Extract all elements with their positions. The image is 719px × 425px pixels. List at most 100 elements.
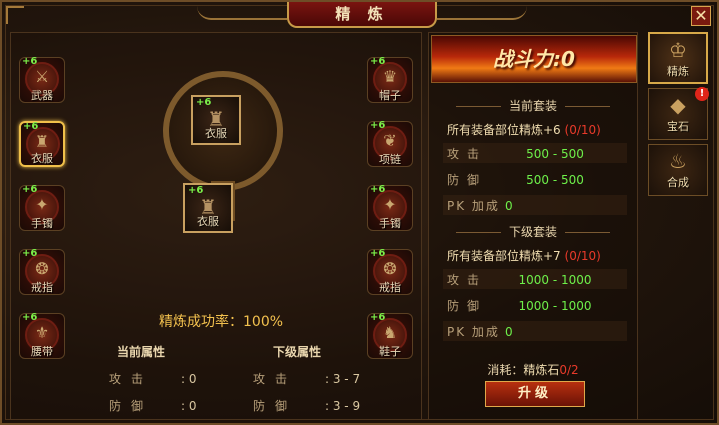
slot-label: 手镯: [31, 217, 53, 230]
stat-row-pk: PK 加成 0: [447, 323, 627, 340]
next-attributes: 下级属性 攻击 : 3 - 7 防御 : 3 - 9: [253, 343, 383, 414]
stat-label: 防御: [447, 173, 488, 187]
refine-level: +6: [22, 248, 38, 259]
stat-row-attack: 攻击 500 - 500: [447, 145, 627, 162]
tab-compose[interactable]: ♨ 合成: [648, 144, 708, 196]
current-attributes-title: 当前属性: [117, 345, 166, 359]
attr-label: 攻击: [253, 372, 298, 386]
corner-ornament: [6, 6, 24, 24]
tab-gem[interactable]: ◆ 宝石 !: [648, 87, 709, 140]
slot-label: 手镯: [379, 217, 401, 230]
refine-level: +6: [370, 184, 386, 195]
next-attributes-title: 下级属性: [273, 345, 322, 359]
slot-label: 帽子: [379, 89, 401, 102]
slot-armor[interactable]: ♜ +6 衣服: [19, 121, 65, 167]
slot-label: 戒指: [379, 281, 401, 294]
next-item-slot[interactable]: ♜ +6 衣服: [183, 183, 233, 233]
stat-label: 攻击: [447, 273, 488, 287]
set-progress: (0/10): [564, 123, 601, 137]
attr-label: 攻击: [109, 372, 154, 386]
boots-icon: ♞: [382, 323, 398, 342]
attr-row: 攻击 : 0: [109, 370, 239, 387]
slot-ring-right[interactable]: ❂ +6 戒指: [367, 248, 413, 295]
cauldron-icon: ♨: [669, 149, 687, 173]
slot-helmet[interactable]: ♛ +6 帽子: [367, 56, 413, 103]
next-set-desc: 所有装备部位精炼+7 (0/10): [447, 247, 601, 264]
refine-level: +6: [370, 248, 386, 259]
attr-label: 防御: [109, 399, 154, 413]
current-item-slot[interactable]: ♜ +6 衣服: [191, 95, 241, 145]
stat-label: 防御: [447, 299, 488, 313]
slot-label: 武器: [31, 89, 53, 102]
slot-belt[interactable]: ⚜ +6 腰带: [19, 312, 65, 359]
cost-line: 消耗：精炼石0/2: [429, 361, 637, 378]
tab-refine[interactable]: ♔ 精炼: [648, 32, 708, 84]
slot-label: 戒指: [31, 281, 53, 294]
set-progress: (0/10): [564, 249, 601, 263]
item-label: 衣服: [205, 127, 227, 140]
tab-label: 精炼: [667, 65, 689, 78]
slot-ring-left[interactable]: ❂ +6 戒指: [19, 248, 65, 295]
belt-icon: ⚜: [34, 323, 50, 342]
tab-label: 宝石: [667, 120, 689, 133]
stat-value: 1000 - 1000: [518, 299, 592, 313]
stat-label: PK 加成: [447, 199, 500, 213]
helmet-icon: ♛: [382, 67, 398, 86]
refine-level: +6: [22, 312, 38, 323]
armor-icon: ♜: [34, 132, 50, 151]
attr-row: 攻击 : 3 - 7: [253, 370, 383, 387]
refine-level: +6: [370, 56, 386, 67]
success-rate: 精炼成功率：100%: [159, 314, 284, 330]
stat-label: PK 加成: [447, 325, 500, 339]
slot-bracelet-right[interactable]: ✦ +6 手镯: [367, 184, 413, 231]
refine-level: +6: [22, 184, 38, 195]
slot-weapon[interactable]: ⚔ +6 武器: [19, 56, 65, 103]
attr-value: : 3 - 9: [325, 399, 361, 413]
ring-icon: ❂: [383, 259, 397, 278]
stat-label: 攻击: [447, 147, 488, 161]
slot-necklace[interactable]: ❦ +6 项链: [367, 120, 413, 167]
attr-value: : 3 - 7: [325, 372, 361, 386]
side-tabs: ♔ 精炼 ◆ 宝石 ! ♨ 合成: [644, 32, 712, 200]
slot-label: 项链: [379, 153, 401, 166]
current-set-title: 当前套装: [429, 97, 637, 114]
stat-value: 0: [505, 199, 513, 213]
attr-row: 防御 : 0: [109, 397, 239, 414]
attr-row: 防御 : 3 - 9: [253, 397, 383, 414]
tab-label: 合成: [667, 176, 689, 189]
current-set-desc: 所有装备部位精炼+6 (0/10): [447, 121, 601, 138]
attr-label: 防御: [253, 399, 298, 413]
close-button[interactable]: ✕: [691, 6, 711, 26]
cost-amount: 0/2: [559, 363, 579, 377]
stat-value: 500 - 500: [526, 173, 584, 187]
alert-badge-icon: !: [695, 87, 709, 101]
sword-icon: ⚔: [34, 67, 50, 86]
refine-level: +6: [23, 121, 39, 132]
refine-level: +6: [370, 312, 386, 323]
combat-power-banner: 战斗力:0: [431, 35, 637, 83]
stat-row-attack: 攻击 1000 - 1000: [447, 271, 627, 288]
item-label: 衣服: [197, 215, 219, 228]
current-attributes: 当前属性 攻击 : 0 防御 : 0: [109, 343, 239, 414]
ring-icon: ❂: [35, 259, 49, 278]
stat-value: 500 - 500: [526, 147, 584, 161]
refine-level: +6: [196, 97, 212, 108]
set-desc-text: 所有装备部位精炼+6: [447, 123, 565, 137]
stat-row-pk: PK 加成 0: [447, 197, 627, 214]
refine-level: +6: [22, 56, 38, 67]
cost-item: 精炼石: [523, 363, 560, 377]
attr-value: : 0: [181, 372, 197, 386]
bracelet-icon: ✦: [383, 195, 397, 214]
refine-window: 精 炼 ✕ ⚔ +6 武器 ♜ +6 衣服 ✦ +6 手镯 ❂ +6 戒指 ⚜ …: [0, 0, 719, 425]
stat-value: 0: [505, 325, 513, 339]
title-ornament-left: [197, 6, 287, 20]
attr-value: : 0: [181, 399, 197, 413]
slot-bracelet-left[interactable]: ✦ +6 手镯: [19, 184, 65, 231]
bracelet-icon: ✦: [35, 195, 49, 214]
stat-row-defense: 防御 1000 - 1000: [447, 297, 627, 314]
upgrade-button[interactable]: 升级: [485, 381, 585, 407]
refine-icon: ♔: [669, 38, 687, 62]
title-ornament-right: [437, 6, 527, 20]
set-desc-text: 所有装备部位精炼+7: [447, 249, 565, 263]
next-set-title: 下级套装: [429, 223, 637, 240]
